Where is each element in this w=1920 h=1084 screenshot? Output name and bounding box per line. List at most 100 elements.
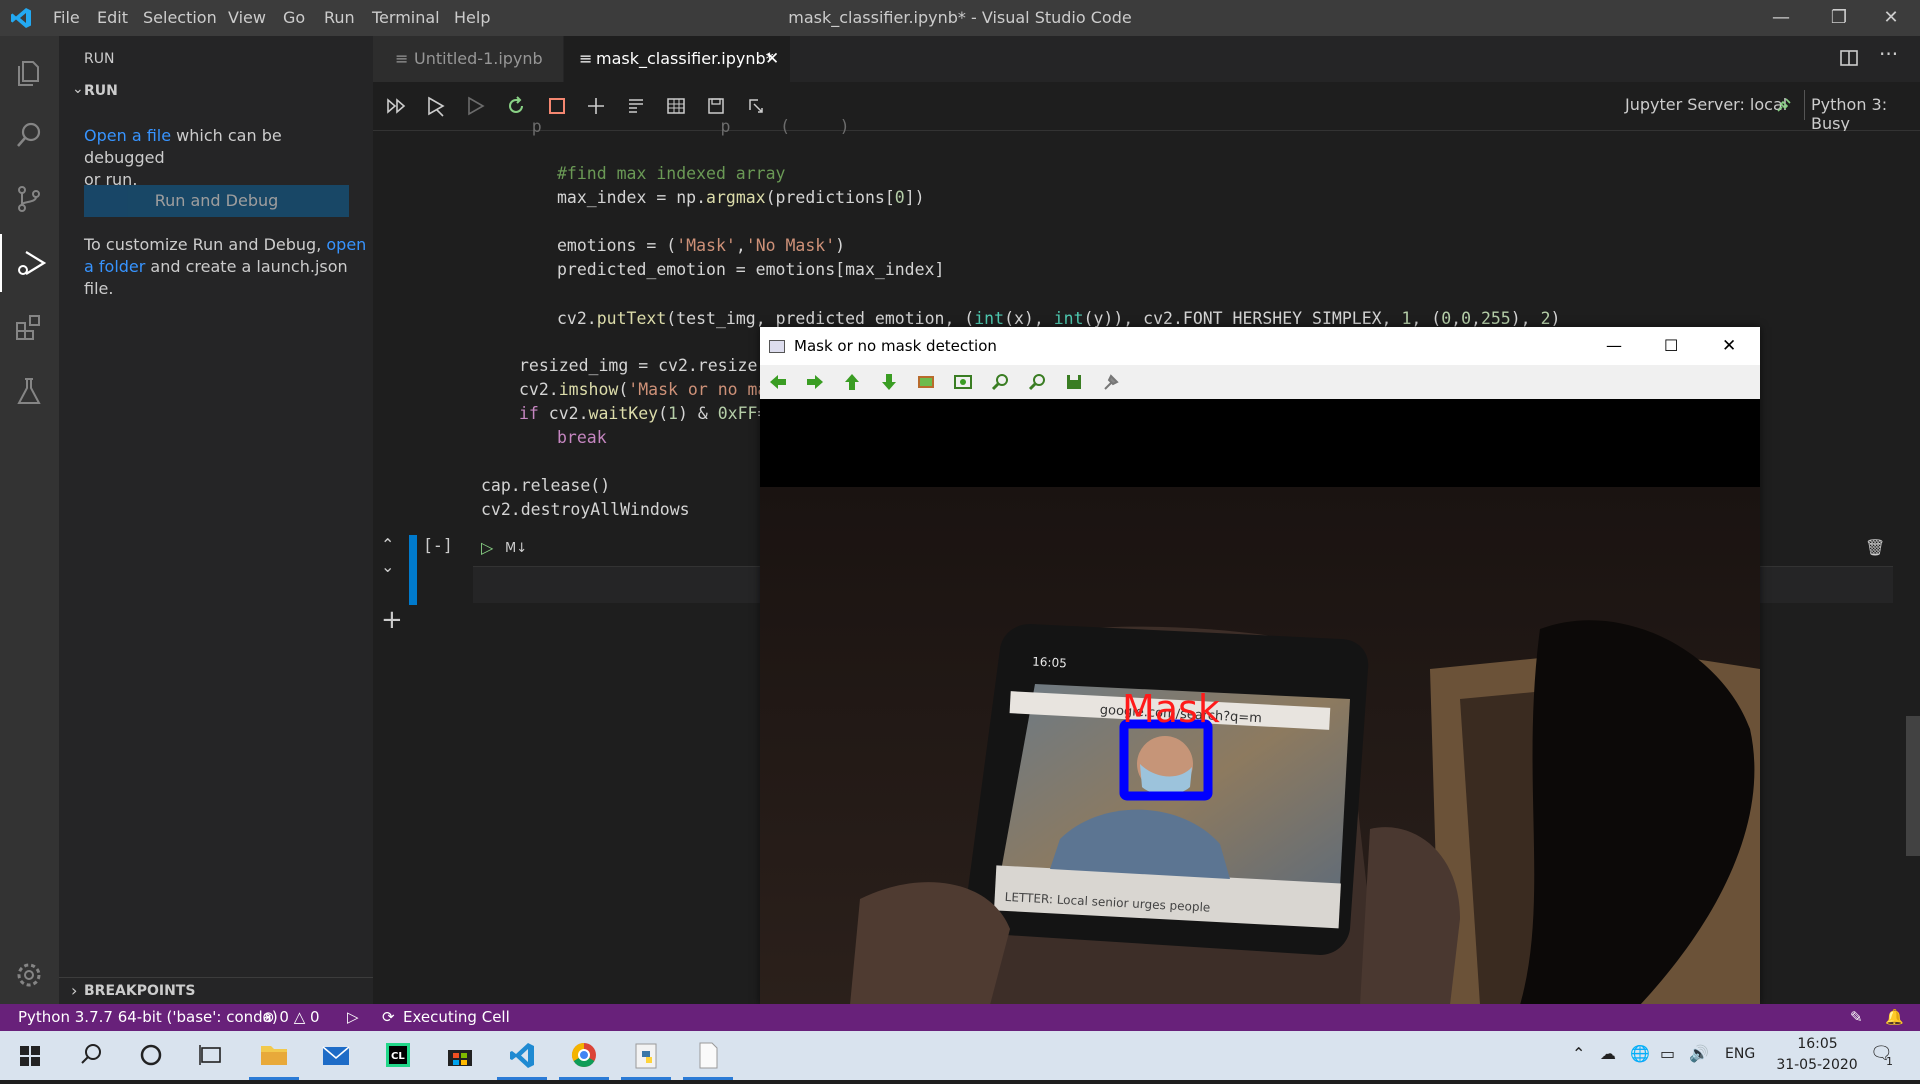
open-file-link[interactable]: Open a file — [84, 126, 171, 145]
cortana-icon[interactable] — [120, 1031, 182, 1080]
testing-flask-icon[interactable] — [0, 362, 59, 420]
python-icon[interactable] — [615, 1031, 677, 1080]
input-language[interactable]: ENG — [1725, 1046, 1755, 1062]
chevron-down-icon: ⌄ — [72, 81, 84, 97]
webcam-image: google.com/search?q=m 16:05 LETTER: Loca… — [760, 399, 1760, 1005]
open-folder-link-1[interactable]: open — [326, 235, 366, 254]
file-explorer-icon[interactable] — [243, 1031, 305, 1080]
taskbar-date[interactable]: 31-05-2020 — [1767, 1057, 1867, 1073]
editor-tab-bar: ≡ Untitled-1.ipynb ≡ mask_classifier.ipy… — [373, 36, 1920, 82]
chrome-icon[interactable] — [553, 1031, 615, 1080]
windows-start-icon[interactable] — [0, 1031, 62, 1080]
run-above-icon[interactable] — [424, 94, 448, 118]
cv-close-button[interactable]: ✕ — [1722, 327, 1736, 365]
explorer-icon[interactable] — [0, 44, 59, 102]
warning-count: 0 — [310, 1008, 320, 1026]
run-status-icon[interactable]: ▷ — [347, 1004, 359, 1031]
save-image-icon[interactable] — [1064, 372, 1084, 392]
restart-kernel-icon[interactable] — [504, 94, 528, 118]
tab-untitled[interactable]: ≡ Untitled-1.ipynb — [373, 36, 563, 82]
run-below-icon[interactable] — [464, 94, 488, 118]
minimize-button[interactable]: — — [1752, 0, 1810, 36]
onedrive-icon[interactable]: ☁ — [1600, 1044, 1616, 1063]
opencv-window-title: Mask or no mask detection — [794, 337, 997, 355]
variables-icon[interactable] — [664, 94, 688, 118]
tab-mask-classifier[interactable]: ≡ mask_classifier.ipynb* ✕ — [564, 36, 790, 82]
task-view-icon[interactable] — [180, 1031, 242, 1080]
code-line: cap.release() — [481, 476, 611, 495]
opencv-title-bar[interactable]: Mask or no mask detection — ☐ ✕ — [760, 327, 1760, 365]
pan-up-icon[interactable] — [842, 372, 862, 392]
window-title: mask_classifier.ipynb* - Visual Studio C… — [788, 8, 1132, 27]
add-cell-icon[interactable]: + — [381, 605, 403, 635]
webcam-frame: google.com/search?q=m 16:05 LETTER: Loca… — [760, 399, 1760, 1005]
run-debug-icon[interactable] — [0, 234, 61, 292]
taskbar-clock[interactable]: 16:05 — [1785, 1036, 1850, 1052]
cv-maximize-button[interactable]: ☐ — [1664, 327, 1678, 365]
run-cell-icon[interactable]: ▷ — [481, 538, 493, 557]
search-icon[interactable] — [0, 106, 59, 164]
close-button[interactable]: ✕ — [1862, 0, 1920, 36]
more-actions-icon[interactable]: ··· — [1879, 42, 1898, 66]
svg-text:CL: CL — [391, 1051, 405, 1062]
opencv-window[interactable]: Mask or no mask detection — ☐ ✕ google.c… — [760, 327, 1760, 1005]
move-cell-up-icon[interactable]: ⌃ — [381, 535, 399, 554]
cv-minimize-button[interactable]: — — [1606, 327, 1622, 365]
open-folder-link-2[interactable]: a folder — [84, 257, 145, 276]
source-control-icon[interactable] — [0, 170, 59, 228]
blank-document-icon[interactable] — [677, 1031, 739, 1080]
show-hidden-icons[interactable]: ⌃ — [1572, 1044, 1585, 1063]
clion-icon[interactable]: CL — [367, 1031, 429, 1080]
title-bar: File Edit Selection View Go Run Terminal… — [0, 0, 1920, 36]
mail-icon[interactable] — [305, 1031, 367, 1080]
split-editor-icon[interactable] — [1839, 48, 1859, 68]
delete-cell-icon[interactable]: 🗑 — [1865, 538, 1885, 557]
clear-outputs-icon[interactable] — [624, 94, 648, 118]
pan-left-icon[interactable] — [768, 372, 788, 392]
store-icon[interactable] — [429, 1031, 491, 1080]
zoom-fit-icon[interactable] — [953, 372, 973, 392]
live-share-icon[interactable]: ✎ — [1850, 1004, 1863, 1031]
markdown-toggle[interactable]: M↓ — [505, 541, 527, 556]
volume-icon[interactable]: 🔊 — [1689, 1044, 1709, 1063]
add-cell-icon[interactable] — [584, 94, 608, 118]
python-interpreter[interactable]: Python 3.7.7 64-bit ('base': conda) — [18, 1004, 278, 1031]
extensions-icon[interactable] — [0, 298, 59, 356]
tab-label: mask_classifier.ipynb* — [596, 49, 774, 68]
battery-icon[interactable]: ▭ — [1660, 1044, 1675, 1063]
plug-connected-icon — [1775, 96, 1793, 114]
network-globe-icon[interactable]: 🌐 — [1630, 1044, 1650, 1063]
jupyter-server-status[interactable]: Jupyter Server: local — [1625, 95, 1787, 114]
run-and-debug-button[interactable]: Run and Debug — [84, 185, 349, 217]
code-line: #find max indexed array — [557, 164, 786, 183]
phone-time-text: 16:05 — [1032, 655, 1067, 671]
search-icon[interactable] — [60, 1031, 122, 1080]
zoom-original-icon[interactable] — [916, 372, 936, 392]
sync-spinner-icon: ⟳ — [382, 1008, 395, 1026]
pan-right-icon[interactable] — [805, 372, 825, 392]
restore-button[interactable]: ❐ — [1810, 0, 1868, 36]
editor-scrollbar[interactable] — [1906, 716, 1920, 856]
executing-cell-status[interactable]: Executing Cell — [403, 1004, 510, 1031]
error-icon: ⊗ — [262, 1008, 275, 1026]
close-tab-icon[interactable]: ✕ — [765, 36, 779, 82]
breakpoints-title: BREAKPOINTS — [84, 983, 196, 999]
notifications-icon[interactable]: 🔔 — [1885, 1004, 1904, 1031]
breakpoints-section-header[interactable]: › BREAKPOINTS — [59, 977, 373, 1005]
properties-icon[interactable] — [1101, 372, 1121, 392]
export-icon[interactable] — [744, 94, 768, 118]
problems-indicator[interactable]: ⊗ 0 △ 0 — [262, 1004, 320, 1031]
run-all-cells-icon[interactable] — [385, 94, 409, 118]
settings-gear-icon[interactable] — [0, 946, 59, 1004]
pan-down-icon[interactable] — [879, 372, 899, 392]
zoom-in-icon[interactable] — [990, 372, 1010, 392]
zoom-out-icon[interactable] — [1027, 372, 1047, 392]
kernel-status[interactable]: Python 3: Busy — [1811, 95, 1920, 133]
code-line: cv2.destroyAllWindows — [481, 500, 690, 519]
code-line-clipped: p p ( ) — [492, 117, 850, 136]
move-cell-down-icon[interactable]: ⌄ — [381, 557, 399, 576]
run-section-header[interactable]: ⌄ RUN — [67, 81, 367, 103]
save-icon[interactable] — [704, 94, 728, 118]
interrupt-kernel-icon[interactable] — [545, 94, 569, 118]
vscode-taskbar-icon[interactable] — [491, 1031, 553, 1080]
